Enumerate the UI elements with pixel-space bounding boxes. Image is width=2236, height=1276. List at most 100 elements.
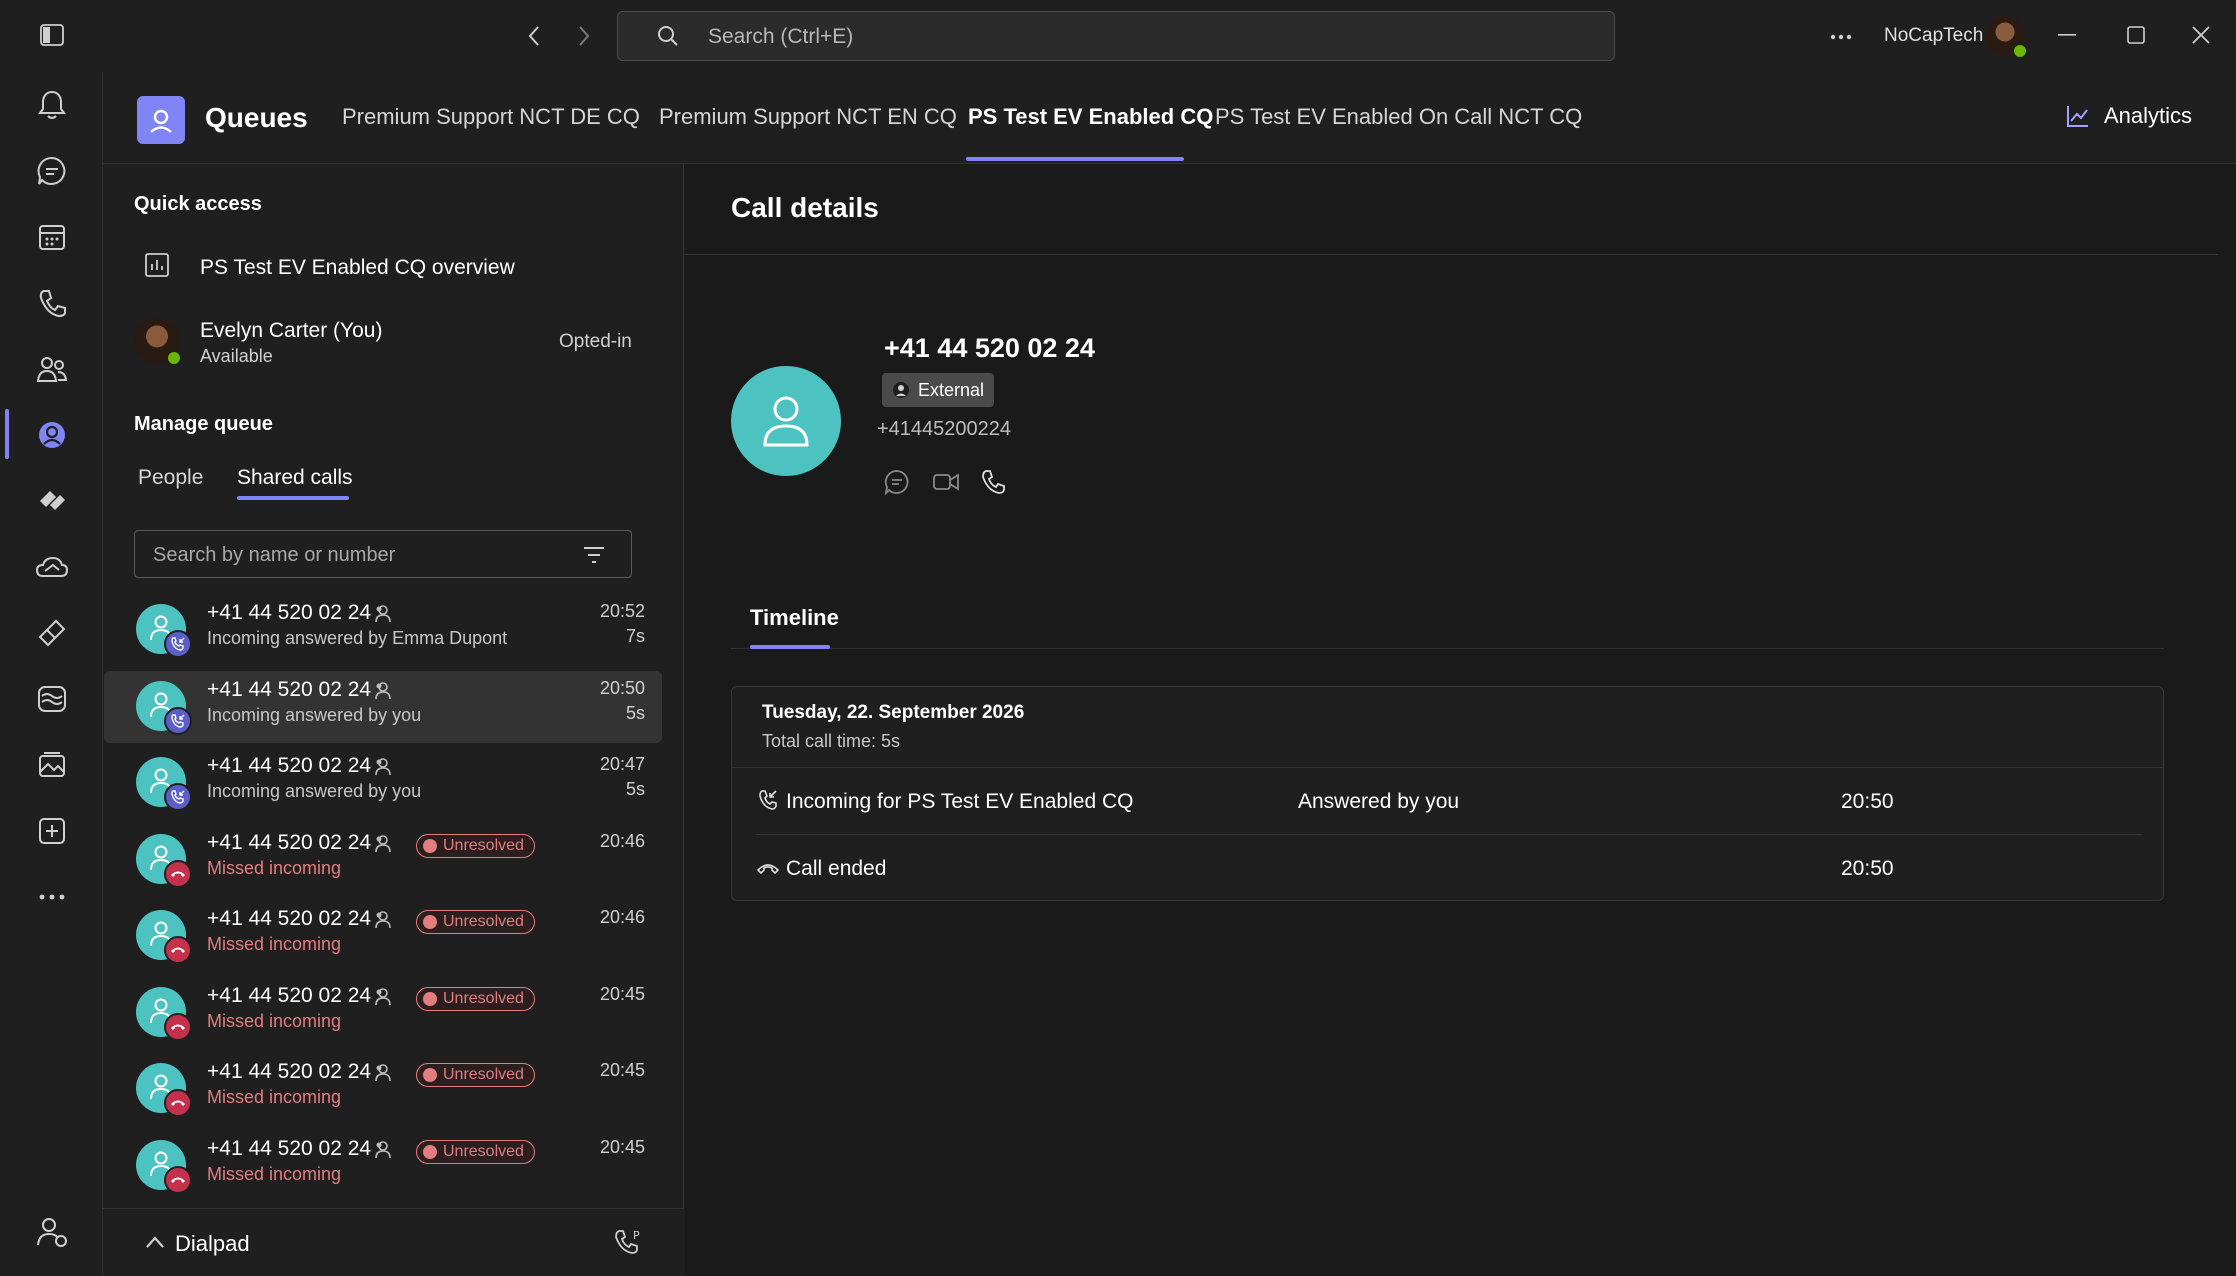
external-label: External [918, 379, 985, 400]
bell-icon[interactable] [32, 85, 72, 125]
unresolved-dot-icon [423, 991, 437, 1006]
unresolved-dot-icon [423, 915, 437, 929]
call-list-item[interactable]: +41 44 520 02 24 Incoming answered by you… [104, 670, 662, 743]
call-number: +41 44 520 02 24 [207, 983, 372, 1007]
call-time: 20:45 [599, 1136, 645, 1157]
call-list-item[interactable]: +41 44 520 02 24 Incoming answered by Emm… [104, 594, 662, 666]
caller-avatar [731, 366, 841, 476]
tab-ps-test-ev-enabled[interactable]: PS Test EV Enabled CQ [968, 104, 1213, 130]
calls-icon[interactable] [32, 283, 72, 323]
more-apps-icon[interactable] [32, 877, 72, 917]
tab-premium-support-en[interactable]: Premium Support NCT EN CQ [659, 104, 957, 130]
video-call-icon[interactable] [932, 469, 960, 495]
subtab-shared-calls[interactable]: Shared calls [237, 466, 353, 490]
call-ended-icon [757, 862, 779, 874]
opt-in-status[interactable]: Opted-in [559, 331, 632, 353]
timeline-tab-indicator [750, 645, 830, 649]
call-number: +41 44 520 02 24 [207, 754, 372, 777]
tab-premium-support-de[interactable]: Premium Support NCT DE CQ [342, 104, 640, 130]
back-arrow-icon[interactable] [526, 24, 542, 48]
search-icon [656, 24, 680, 48]
agent-row[interactable]: Evelyn Carter (You) Available Opted-in [134, 316, 654, 372]
call-list-item[interactable]: +41 44 520 02 24 Incoming answered by you… [104, 747, 662, 819]
call-list-item[interactable]: +41 44 520 02 24 Unresolved Missed incomin… [104, 1130, 662, 1202]
subtab-indicator [237, 496, 349, 500]
sidebar-toggle-icon[interactable] [40, 24, 64, 46]
external-contact-icon [374, 1063, 392, 1083]
close-window-icon[interactable] [2191, 25, 2211, 45]
unresolved-label: Unresolved [443, 1142, 524, 1160]
call-time: 20:45 [599, 983, 645, 1004]
tab-ps-test-ev-on-call[interactable]: PS Test EV Enabled On Call NCT CQ [1215, 104, 1582, 130]
call-time: 20:46 [599, 830, 645, 851]
user-status: Available [200, 346, 273, 366]
call-list-item[interactable]: +41 44 520 02 24 Unresolved Missed incomin… [104, 1053, 662, 1125]
timeline-event-label: Incoming for PS Test EV Enabled CQ [786, 790, 1134, 813]
external-contact-icon [374, 1140, 392, 1160]
missed-call-icon [164, 1012, 192, 1041]
call-number: +41 44 520 02 24 [207, 1136, 372, 1160]
call-list-item[interactable]: +41 44 520 02 24 Unresolved Missed incomin… [104, 977, 662, 1049]
call-list-item[interactable]: +41 44 520 02 24 Unresolved Missed incomin… [104, 900, 662, 972]
unresolved-dot-icon [423, 1068, 437, 1082]
queues-icon[interactable] [32, 415, 72, 455]
stream-icon[interactable] [32, 679, 72, 719]
dialpad-bar[interactable]: Dialpad P [103, 1208, 684, 1276]
more-options-icon[interactable] [1830, 34, 1852, 40]
app-rail [0, 72, 103, 1276]
call-time: 20:45 [599, 1060, 645, 1080]
external-contact-icon [374, 681, 392, 701]
help-person-icon[interactable] [32, 1212, 72, 1252]
call-description: Missed incoming [207, 934, 342, 954]
rail-active-indicator [5, 409, 9, 459]
chat-caller-icon[interactable] [884, 469, 910, 495]
chat-icon[interactable] [32, 151, 72, 191]
forward-arrow-icon[interactable] [576, 24, 592, 48]
planner-icon[interactable] [32, 613, 72, 653]
timeline-event-label: Call ended [786, 857, 887, 880]
add-app-icon[interactable] [32, 811, 72, 851]
global-search-input[interactable]: Search (Ctrl+E) [617, 11, 1615, 61]
calendar-icon[interactable] [32, 217, 72, 257]
external-contact-icon [374, 604, 392, 624]
photos-icon[interactable] [32, 745, 72, 785]
svg-text:P: P [633, 1229, 640, 1242]
people-icon[interactable] [32, 349, 72, 389]
unresolved-dot-icon [423, 838, 437, 853]
total-call-time: Total call time: 5s [762, 731, 901, 751]
call-list-item[interactable]: +41 44 520 02 24 Unresolved Missed incomin… [104, 824, 662, 896]
call-time: 20:46 [599, 907, 645, 927]
filter-icon[interactable] [583, 545, 605, 565]
unresolved-badge: Unresolved [416, 1139, 535, 1164]
viva-icon[interactable] [32, 481, 72, 521]
audio-call-icon[interactable] [980, 469, 1006, 495]
divider [731, 648, 2164, 649]
unresolved-label: Unresolved [443, 913, 524, 930]
call-time: 20:52 [599, 601, 645, 621]
call-number: +41 44 520 02 24 [207, 830, 372, 854]
call-description: Missed incoming [207, 857, 342, 878]
profile-avatar[interactable] [1985, 16, 2028, 59]
divider [732, 767, 2163, 768]
tab-timeline[interactable]: Timeline [750, 605, 839, 631]
maximize-icon[interactable] [2127, 26, 2145, 44]
call-description: Incoming answered by Emma Dupont [207, 628, 508, 648]
analytics-button[interactable]: Analytics [2066, 103, 2192, 129]
call-search-input[interactable]: Search by name or number [134, 530, 632, 578]
incoming-call-icon [164, 783, 192, 811]
org-name[interactable]: NoCapTech [1884, 25, 1983, 47]
unresolved-badge: Unresolved [416, 986, 535, 1011]
minimize-icon[interactable] [2058, 34, 2076, 36]
app-title: Queues [205, 102, 308, 133]
park-call-icon[interactable]: P [613, 1227, 643, 1257]
timeline-event-time: 20:50 [1841, 790, 1894, 813]
call-description: Incoming answered by you [207, 781, 422, 801]
incoming-call-icon [164, 706, 192, 735]
subtab-people[interactable]: People [138, 466, 203, 490]
call-time: 20:50 [599, 677, 645, 698]
user-name: Evelyn Carter (You) [200, 319, 383, 342]
timeline-event-status: Answered by you [1298, 790, 1460, 813]
missed-call-icon [164, 1089, 192, 1117]
overview-link[interactable]: PS Test EV Enabled CQ overview [134, 248, 654, 288]
onedrive-icon[interactable] [32, 547, 72, 587]
